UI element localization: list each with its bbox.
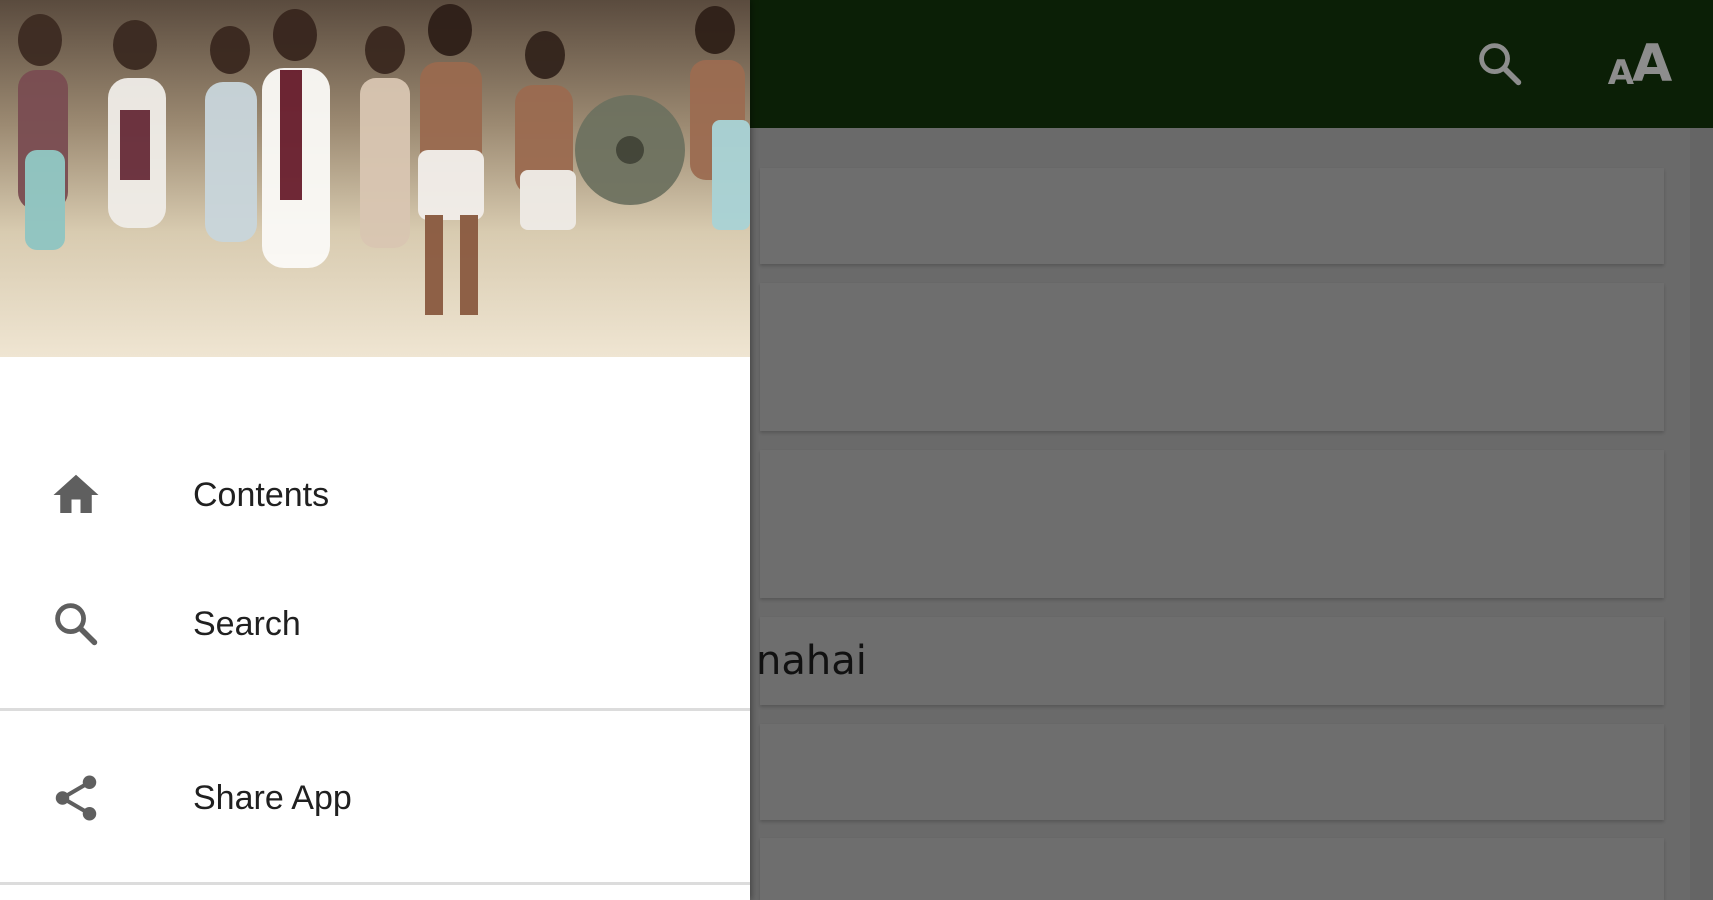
drawer-item-label: Search: [193, 604, 301, 643]
list-item[interactable]: [760, 283, 1664, 431]
appbar-search-button[interactable]: [1460, 0, 1540, 128]
list-item[interactable]: nahai: [756, 617, 1664, 705]
list-item[interactable]: [760, 724, 1664, 820]
list-item[interactable]: [760, 168, 1664, 264]
screen: AA nahai Contents Search Share App: [0, 0, 1713, 900]
scroll-edge: [1690, 128, 1713, 900]
text-size-icon: AA: [1607, 34, 1673, 94]
list-item[interactable]: [760, 450, 1664, 598]
navigation-drawer: Contents Search Share App: [0, 0, 750, 900]
appbar-text-size-button[interactable]: AA: [1590, 0, 1690, 128]
list-item[interactable]: [760, 838, 1664, 900]
search-icon: [48, 596, 104, 652]
drawer-item-search[interactable]: Search: [0, 569, 750, 679]
drawer-divider: [0, 882, 750, 885]
drawer-item-share-app[interactable]: Share App: [0, 743, 750, 853]
list-item-title: nahai: [756, 638, 867, 684]
festival-photo: [0, 0, 750, 357]
drawer-item-label: Contents: [193, 475, 330, 514]
search-icon: [1479, 43, 1522, 86]
drawer-item-contents[interactable]: Contents: [0, 440, 750, 550]
drawer-header-image: [0, 0, 750, 357]
home-icon: [48, 467, 104, 523]
share-icon: [48, 770, 104, 826]
drawer-item-label: Share App: [193, 778, 352, 817]
drawer-divider: [0, 708, 750, 711]
